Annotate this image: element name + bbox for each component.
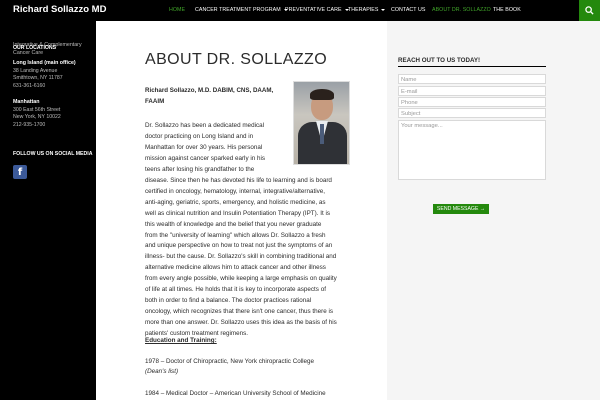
nav-item-the-book[interactable]: THE BOOK bbox=[493, 7, 521, 13]
email-field[interactable]: E-mail bbox=[398, 86, 546, 96]
nav-item-preventative-care[interactable]: PREVENTATIVE CARE bbox=[285, 7, 349, 13]
divider bbox=[398, 66, 546, 67]
locations-widget-title: OUR LOCATIONS bbox=[13, 45, 57, 51]
bio-line: oncology, which recognizes that there is… bbox=[145, 308, 333, 316]
nav-item-contact-us[interactable]: CONTACT US bbox=[391, 7, 425, 13]
nav-label: THERAPIES bbox=[348, 7, 379, 13]
caret-down-icon bbox=[381, 8, 386, 11]
search-button[interactable] bbox=[579, 0, 600, 21]
social-widget-title: FOLLOW US ON SOCIAL MEDIA bbox=[13, 151, 93, 157]
nav-item-home[interactable]: HOME bbox=[169, 7, 185, 13]
location-address-line: New York, NY 10022 bbox=[13, 114, 61, 120]
right-sidebar: REACH OUT TO US TODAY! Name E-mail Phone… bbox=[387, 21, 600, 400]
facebook-icon[interactable]: f bbox=[13, 165, 27, 179]
education-item: 1984 – Medical Doctor – American Univers… bbox=[145, 390, 326, 397]
bio-line: this wealth of knowledge and the belief … bbox=[145, 220, 322, 228]
main-content: ABOUT DR. SOLLAZZO Richard Sollazzo, M.D… bbox=[96, 21, 387, 400]
bio-line: certified in oncology, hematology, inter… bbox=[145, 187, 326, 195]
location-name: Manhattan bbox=[13, 99, 40, 105]
education-heading: Education and Training: bbox=[145, 337, 217, 344]
bio-line: from the "university of learning" which … bbox=[145, 231, 326, 239]
bio-line: well as clinical nutrition and Insulin P… bbox=[145, 209, 331, 217]
nav-label: THE BOOK bbox=[493, 7, 521, 13]
author-credentials: Richard Sollazzo, M.D. DABIM, CNS, DAAM, bbox=[145, 87, 274, 94]
nav-label: CANCER TREATMENT PROGRAM bbox=[195, 7, 281, 13]
education-note-text: (Dean's list) bbox=[145, 368, 179, 375]
nav-label: HOME bbox=[169, 7, 186, 13]
top-navigation-bar: Richard Sollazzo MD HOME CANCER TREATMEN… bbox=[0, 0, 600, 21]
search-icon bbox=[585, 6, 594, 15]
nav-label: PREVENTATIVE CARE bbox=[285, 7, 342, 13]
bio-line: doctor practicing on Long Island and in bbox=[145, 132, 254, 140]
subject-field[interactable]: Subject bbox=[398, 108, 546, 118]
nav-label: ABOUT DR. SOLLAZZO bbox=[432, 7, 491, 13]
bio-line: both in order to find a balance. The doc… bbox=[145, 297, 312, 305]
page-title: ABOUT DR. SOLLAZZO bbox=[145, 51, 328, 68]
author-credentials: FAAIM bbox=[145, 98, 165, 105]
phone-field[interactable]: Phone bbox=[398, 97, 546, 107]
name-field[interactable]: Name bbox=[398, 74, 546, 84]
bio-line: mission against cancer sparked early in … bbox=[145, 154, 266, 162]
education-text: 1984 – Medical Doctor – American Univers… bbox=[145, 390, 326, 397]
location-address-line: 300 East 56th Street bbox=[13, 107, 61, 113]
location-address-line: Smithtown, NY 11787 bbox=[13, 75, 63, 81]
bio-line: illness- but the cause. Dr. Sollazzo's s… bbox=[145, 253, 337, 261]
location-phone[interactable]: 212-935-1700 bbox=[13, 122, 45, 128]
bio-line: Dr. Sollazzo has been a dedicated medica… bbox=[145, 122, 265, 129]
site-title[interactable]: Richard Sollazzo MD bbox=[13, 4, 106, 15]
bio-line: anti-aging, geriatric, sports, emergency… bbox=[145, 198, 326, 206]
bio-line: from every angle possible, while keeping… bbox=[145, 275, 337, 283]
education-text: 1978 – Doctor of Chiropractic, New York … bbox=[145, 358, 315, 365]
location-name: Long Island (main office) bbox=[13, 60, 76, 66]
contact-form-title: REACH OUT TO US TODAY! bbox=[398, 57, 481, 64]
education-item: 1978 – Doctor of Chiropractic, New York … bbox=[145, 358, 314, 365]
message-textarea[interactable]: Your message... bbox=[398, 120, 546, 180]
bio-line: teens after losing his grandfather to th… bbox=[145, 165, 255, 173]
bio-line: Manhattan for over 30 years. His persona… bbox=[145, 143, 263, 151]
bio-line: alternative medicine allows him to attac… bbox=[145, 264, 326, 272]
nav-item-cancer-treatment-program[interactable]: CANCER TREATMENT PROGRAM bbox=[195, 7, 288, 13]
nav-label: CONTACT US bbox=[391, 7, 426, 13]
doctor-portrait-photo bbox=[293, 81, 350, 165]
bio-line: and unique perspective on how to treat n… bbox=[145, 242, 333, 250]
education-note: (Dean's list) bbox=[145, 368, 178, 375]
bio-line: of life at all times. He holds that it i… bbox=[145, 286, 326, 294]
nav-item-about-dr-sollazzo[interactable]: ABOUT DR. SOLLAZZO bbox=[432, 7, 491, 13]
location-phone[interactable]: 631-361-6160 bbox=[13, 83, 45, 89]
bio-line: disease. Since then he has devoted his l… bbox=[145, 176, 332, 184]
location-address-line: 38 Landing Avenue bbox=[13, 68, 58, 74]
nav-item-therapies[interactable]: THERAPIES bbox=[348, 7, 386, 13]
send-message-button[interactable]: SEND MESSAGE → bbox=[433, 204, 489, 214]
left-sidebar: Integrative & Complementary Cancer Care … bbox=[0, 21, 96, 400]
bio-line: more than one answer. Dr. Sollazzo uses … bbox=[145, 319, 337, 327]
